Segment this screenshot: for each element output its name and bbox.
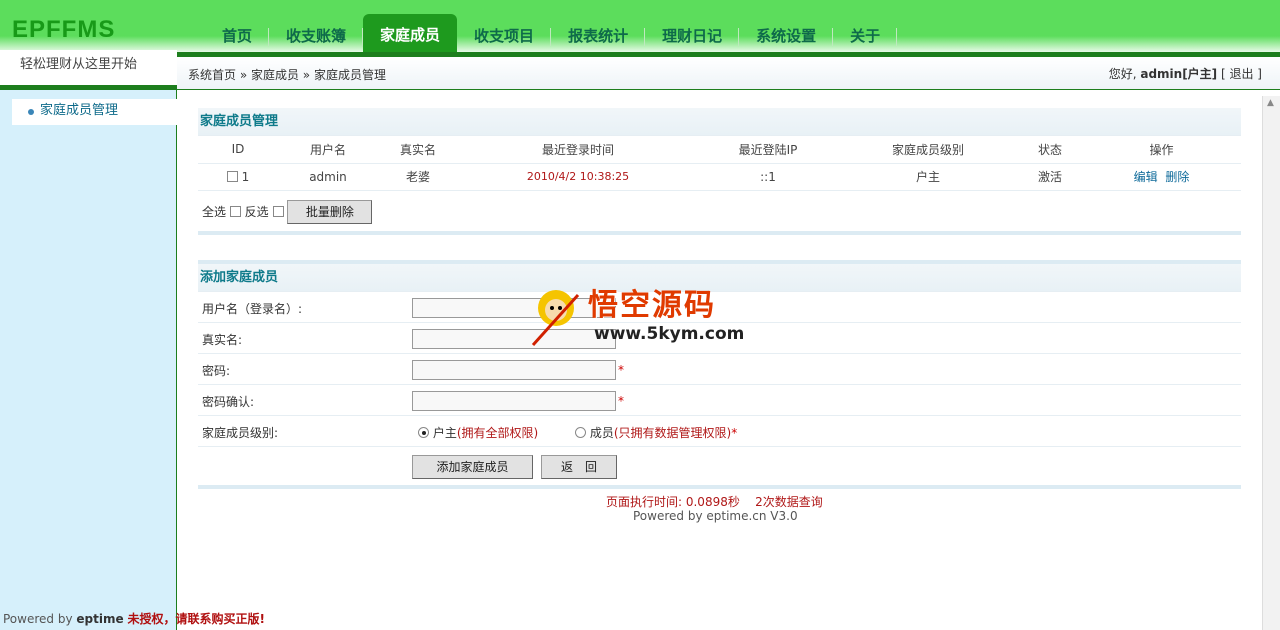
cell-id: 1 [241, 169, 250, 184]
exec-info: 页面执行时间: 0.0898秒 2次数据查询 [606, 493, 823, 510]
password-label: 密码: [202, 364, 231, 378]
col-status: 状态 [1018, 136, 1082, 164]
invert-label: 反选 [244, 204, 269, 219]
col-level: 家庭成员级别 [838, 136, 1018, 164]
select-all-checkbox[interactable] [229, 205, 241, 217]
required-mark: * [731, 426, 738, 440]
nav-reports[interactable]: 报表统计 [551, 14, 646, 52]
watermark-text: 悟空源码 [588, 288, 716, 323]
nav-diary[interactable]: 理财日记 [645, 14, 740, 52]
divider [198, 485, 1241, 489]
scroll-up-icon[interactable]: ▲ [1267, 98, 1274, 108]
cell-status: 激活 [1018, 163, 1082, 191]
sidebar: 家庭成员管理 [0, 90, 177, 630]
level-label: 家庭成员级别: [202, 426, 279, 440]
nav-about[interactable]: 关于 [833, 14, 898, 52]
header: EPFFMS 首页 收支账簿 家庭成员 收支项目 报表统计 理财日记 系统设置 … [0, 0, 1280, 56]
password-row: 密码: * [198, 354, 1241, 385]
radio-member-note: (只拥有数据管理权限) [613, 426, 732, 440]
cell-last-login: 2010/4/2 10:38:25 [458, 163, 698, 191]
back-button[interactable]: 返 回 [541, 455, 617, 479]
nav-items[interactable]: 收支项目 [457, 14, 552, 52]
monkey-icon [531, 290, 580, 347]
radio-member-label: 成员 [589, 426, 614, 440]
radio-owner-input[interactable] [418, 427, 429, 438]
batch-delete-button[interactable]: 批量删除 [287, 199, 373, 224]
select-all-label: 全选 [202, 204, 227, 219]
username-label: 用户名（登录名）: [202, 302, 303, 316]
cell-realname: 老婆 [378, 163, 458, 191]
sidebar-item-member-management[interactable]: 家庭成员管理 [12, 99, 177, 125]
password-confirm-row: 密码确认: * [198, 385, 1241, 416]
table-row: 1 admin 老婆 2010/4/2 10:38:25 ::1 户主 激活 编… [198, 163, 1241, 191]
radio-owner[interactable]: 户主(拥有全部权限) [418, 424, 538, 441]
scrollbar[interactable]: ▲ [1262, 96, 1280, 630]
table-header: ID 用户名 真实名 最近登录时间 最近登陆IP 家庭成员级别 状态 操作 [198, 136, 1241, 164]
password-input[interactable] [412, 360, 616, 380]
query-count: 2次数据查询 [755, 495, 823, 509]
members-table: ID 用户名 真实名 最近登录时间 最近登陆IP 家庭成员级别 状态 操作 1 … [198, 136, 1241, 191]
invert-checkbox[interactable] [272, 205, 284, 217]
required-mark: * [618, 363, 624, 377]
user-info: 您好, admin[户主] [ 退出 ] [1109, 65, 1262, 82]
nav-home[interactable]: 首页 [205, 14, 270, 52]
powered-text: Powered by [3, 612, 73, 626]
password-confirm-label: 密码确认: [202, 395, 255, 409]
breadcrumb: 系统首页 » 家庭成员 » 家庭成员管理 [188, 68, 386, 82]
logo: EPFFMS [12, 16, 116, 43]
username: admin[户主] [1140, 67, 1218, 81]
main-nav: 首页 收支账簿 家庭成员 收支项目 报表统计 理财日记 系统设置 关于 [205, 14, 898, 52]
watermark-url: www.5kym.com [594, 324, 745, 344]
form-actions: 添加家庭成员 返 回 [198, 447, 1241, 485]
watermark-logo: 悟空源码 www.5kym.com [528, 280, 758, 350]
divider [198, 230, 1241, 235]
edit-link[interactable]: 编辑 [1134, 170, 1158, 184]
license-warning: 未授权，请联系购买正版! [127, 612, 265, 626]
members-section: 家庭成员管理 ID 用户名 真实名 最近登录时间 最近登陆IP 家庭成员级别 状… [198, 108, 1241, 235]
required-mark: * [618, 394, 624, 408]
radio-owner-note: (拥有全部权限) [456, 426, 539, 440]
slogan: 轻松理财从这里开始 [0, 50, 177, 86]
nav-ledger[interactable]: 收支账簿 [269, 14, 364, 52]
cell-username: admin [278, 163, 378, 191]
row-checkbox[interactable] [226, 170, 238, 182]
col-realname: 真实名 [378, 136, 458, 164]
powered-by: Powered by eptime.cn V3.0 [633, 509, 798, 523]
section-title: 家庭成员管理 [198, 108, 1241, 136]
realname-label: 真实名: [202, 333, 243, 347]
nav-settings[interactable]: 系统设置 [739, 14, 834, 52]
col-id: ID [198, 136, 278, 164]
col-actions: 操作 [1082, 136, 1241, 164]
delete-link[interactable]: 删除 [1165, 170, 1189, 184]
bullet-icon [28, 109, 34, 115]
batch-actions: 全选 反选 批量删除 [198, 191, 1241, 231]
sidebar-footer: Powered by eptime 未授权，请联系购买正版! [3, 610, 265, 627]
nav-family[interactable]: 家庭成员 [363, 14, 458, 52]
radio-member[interactable]: 成员(只拥有数据管理权限)* [575, 424, 737, 441]
radio-owner-label: 户主 [432, 426, 457, 440]
col-last-login: 最近登录时间 [458, 136, 698, 164]
password-confirm-input[interactable] [412, 391, 616, 411]
sidebar-item-label: 家庭成员管理 [40, 103, 119, 118]
radio-member-input[interactable] [575, 427, 586, 438]
greeting: 您好, [1108, 67, 1137, 81]
breadcrumb-bar: 系统首页 » 家庭成员 » 家庭成员管理 您好, admin[户主] [ 退出 … [177, 57, 1280, 90]
cell-ip: ::1 [698, 163, 838, 191]
col-ip: 最近登陆IP [698, 136, 838, 164]
col-username: 用户名 [278, 136, 378, 164]
add-member-button[interactable]: 添加家庭成员 [412, 455, 533, 479]
level-row: 家庭成员级别: 户主(拥有全部权限) 成员(只拥有数据管理权限)* [198, 416, 1241, 447]
cell-level: 户主 [838, 163, 1018, 191]
logout-link[interactable]: [ 退出 ] [1221, 67, 1262, 81]
brand-text: eptime [76, 612, 124, 626]
exec-time: 页面执行时间: 0.0898秒 [606, 495, 740, 509]
